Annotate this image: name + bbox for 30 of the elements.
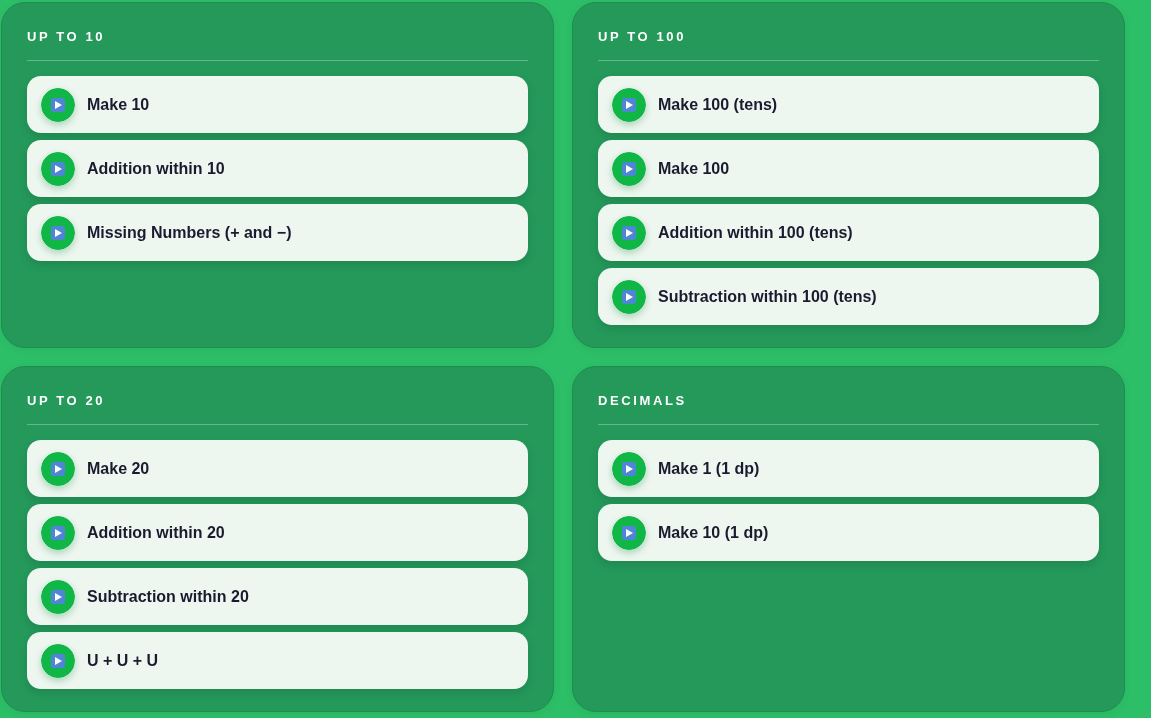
play-icon <box>612 151 646 186</box>
play-icon <box>612 87 646 122</box>
play-icon <box>41 87 75 122</box>
activity-button[interactable]: Subtraction within 100 (tens) <box>598 268 1099 325</box>
play-icon <box>41 515 75 550</box>
activity-button[interactable]: Addition within 10 <box>27 140 528 197</box>
activity-button[interactable]: Make 10 <box>27 76 528 133</box>
activity-button[interactable]: Make 100 (tens) <box>598 76 1099 133</box>
play-icon <box>41 643 75 678</box>
activity-button[interactable]: Make 100 <box>598 140 1099 197</box>
activity-button[interactable]: U + U + U <box>27 632 528 689</box>
play-icon <box>612 451 646 486</box>
activity-button[interactable]: Subtraction within 20 <box>27 568 528 625</box>
play-icon <box>41 151 75 186</box>
activity-button[interactable]: Addition within 20 <box>27 504 528 561</box>
activity-button[interactable]: Missing Numbers (+ and −) <box>27 204 528 261</box>
category-title: UP TO 20 <box>27 392 106 409</box>
category-title: DECIMALS <box>598 392 687 409</box>
play-icon <box>612 215 646 250</box>
play-icon <box>41 451 75 486</box>
play-icon <box>612 279 646 314</box>
activity-button[interactable]: Addition within 100 (tens) <box>598 204 1099 261</box>
category-title: UP TO 10 <box>27 28 106 45</box>
activity-button[interactable]: Make 10 (1 dp) <box>598 504 1099 561</box>
category-title: UP TO 100 <box>598 28 686 45</box>
activity-button[interactable]: Make 1 (1 dp) <box>598 440 1099 497</box>
play-icon <box>41 215 75 250</box>
play-icon <box>41 579 75 614</box>
play-icon <box>612 515 646 550</box>
activity-button[interactable]: Make 20 <box>27 440 528 497</box>
